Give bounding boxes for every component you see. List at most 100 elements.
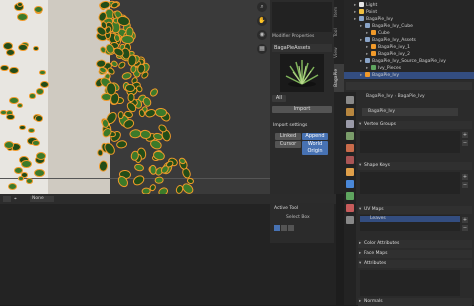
- attributes-section[interactable]: Attributes: [358, 260, 472, 268]
- snap-icon[interactable]: ⌖: [14, 196, 20, 202]
- ivy-leaf: [25, 178, 33, 184]
- select-box-label: Select Box: [286, 215, 310, 220]
- object-type-icon: [359, 2, 364, 7]
- outliner-row[interactable]: ▸Point◉: [344, 9, 474, 16]
- texture-tab-icon[interactable]: [346, 216, 354, 224]
- shape-keys-section[interactable]: Shape Keys: [358, 162, 472, 170]
- ivy-leaf: [35, 115, 44, 122]
- tab-tool[interactable]: Tool: [334, 24, 344, 42]
- object-type-icon: [359, 16, 364, 21]
- shape-keys-list[interactable]: [360, 172, 460, 194]
- outliner-row[interactable]: ▸BagaPie_ivy_2◉: [344, 51, 474, 58]
- mode-set-icon[interactable]: [274, 225, 280, 231]
- ivy-leaf: [154, 107, 167, 118]
- ivy-leaf: [34, 168, 45, 177]
- navigation-gizmo[interactable]: ⌕ ✋ ◉ ▦: [255, 0, 269, 70]
- ivy-leaf: [97, 149, 104, 157]
- ivy-leaf: [17, 12, 28, 21]
- outliner-row-label: BagaPie_Ivy: [372, 73, 399, 78]
- vertex-groups-section[interactable]: Vertex Groups: [358, 121, 472, 129]
- import-settings-title: Import settings: [273, 123, 308, 128]
- ivy-leaf: [16, 102, 23, 108]
- hand-icon[interactable]: ✋: [257, 16, 267, 26]
- mode-subtract-icon[interactable]: [288, 225, 294, 231]
- grid-icon[interactable]: ▦: [257, 44, 267, 54]
- search-icon[interactable]: ⌕: [257, 2, 267, 12]
- outliner-row[interactable]: ▸Cube◉: [344, 30, 474, 37]
- outliner-row-label: BagaPie_ivy_2: [378, 52, 411, 57]
- append-button[interactable]: Append: [302, 133, 328, 140]
- linked-button[interactable]: Linked: [275, 133, 301, 140]
- attributes-list[interactable]: [360, 270, 460, 296]
- object-type-icon: [371, 65, 376, 70]
- uv-maps-section[interactable]: UV Maps: [358, 206, 472, 214]
- outliner-row[interactable]: ▸Light◉: [344, 2, 474, 9]
- ivy-leaves[interactable]: [94, 0, 205, 194]
- tool-tab-icon[interactable]: [346, 96, 354, 104]
- sidebar-panel: Modifier Properties BagaPieAssets All Im…: [270, 0, 334, 194]
- ivy-left-strip: [0, 0, 49, 194]
- mesh-datablock-field[interactable]: BagaPie_Ivy: [362, 108, 458, 116]
- outliner-row[interactable]: ▸BagaPie_Ivy◉: [344, 72, 474, 79]
- outliner-row[interactable]: ▸Ivy_Pieces◉: [344, 65, 474, 72]
- ivy-leaf: [156, 186, 170, 194]
- tab-view[interactable]: View: [334, 44, 344, 62]
- category-select[interactable]: All: [272, 95, 286, 102]
- ivy-leaf: [18, 176, 25, 182]
- breadcrumb-object: BagaPie_Ivy: [366, 94, 393, 99]
- modifier-tab-icon[interactable]: [346, 180, 354, 188]
- world-origin-button[interactable]: World Origin: [302, 141, 328, 155]
- object-tab-icon[interactable]: [346, 168, 354, 176]
- vertex-groups-list[interactable]: [360, 131, 460, 153]
- import-button[interactable]: Import: [272, 106, 332, 113]
- render-tab-icon[interactable]: [346, 108, 354, 116]
- world-tab-icon[interactable]: [346, 156, 354, 164]
- cursor-button[interactable]: Cursor: [275, 141, 301, 148]
- outliner-row[interactable]: ▸BagaPie_Ivy_Source_BagaPie_ivy◉: [344, 58, 474, 65]
- ivy-leaf: [33, 5, 43, 13]
- add-vertex-group-button[interactable]: +: [462, 132, 468, 138]
- object-type-icon: [365, 37, 370, 42]
- output-tab-icon[interactable]: [346, 120, 354, 128]
- mesh-data-tab-icon[interactable]: [346, 192, 354, 200]
- properties-header: [346, 82, 472, 90]
- add-uv-map-button[interactable]: +: [462, 217, 468, 223]
- add-shape-key-button[interactable]: +: [462, 174, 468, 180]
- outliner-row[interactable]: ▸BagaPie_ivy_1◉: [344, 44, 474, 51]
- color-attributes-section[interactable]: Color Attributes: [358, 240, 472, 248]
- remove-uv-map-button[interactable]: −: [462, 225, 468, 231]
- bagapie-assets-header[interactable]: BagaPieAssets: [272, 44, 332, 52]
- remove-vertex-group-button[interactable]: −: [462, 140, 468, 146]
- outliner-row-label: BagaPie_ivy_1: [378, 45, 411, 50]
- outliner-row-label: Point: [366, 10, 378, 15]
- ivy-leaf: [29, 93, 37, 99]
- outliner-row[interactable]: ▸BagaPie_Ivy_Cube◉: [344, 23, 474, 30]
- uv-maps-list[interactable]: Leaves: [360, 215, 460, 231]
- ivy-leaf: [32, 140, 40, 147]
- outliner[interactable]: ▸Light◉▸Point◉▸BagaPie_Ivy◉▸BagaPie_Ivy_…: [344, 0, 474, 80]
- outliner-row-label: BagaPie_Ivy_Source_BagaPie_ivy: [372, 59, 446, 64]
- ivy-leaf: [133, 162, 145, 173]
- object-type-icon: [365, 58, 370, 63]
- uv-map-item[interactable]: Leaves: [360, 216, 460, 222]
- tab-bagapie[interactable]: BagaPie: [334, 64, 344, 92]
- view-layer-tab-icon[interactable]: [346, 132, 354, 140]
- outliner-row-label: BagaPie_Ivy: [366, 17, 393, 22]
- sidebar-tabs: Item Tool View BagaPie: [334, 0, 344, 194]
- remove-shape-key-button[interactable]: −: [462, 182, 468, 188]
- outliner-row[interactable]: ▸BagaPie_Ivy◉: [344, 16, 474, 23]
- editor-type-icon[interactable]: [3, 196, 11, 202]
- snap-mode-select[interactable]: None: [30, 196, 54, 202]
- tab-item[interactable]: Item: [334, 2, 344, 22]
- outliner-row[interactable]: ▸BagaPie_Ivy_Assets◉: [344, 37, 474, 44]
- scene-tab-icon[interactable]: [346, 144, 354, 152]
- mode-extend-icon[interactable]: [281, 225, 287, 231]
- asset-thumbnail[interactable]: [280, 54, 324, 92]
- face-maps-section[interactable]: Face Maps: [358, 250, 472, 258]
- ivy-leaf: [39, 69, 47, 76]
- object-type-icon: [365, 72, 370, 77]
- camera-icon[interactable]: ◉: [257, 30, 267, 40]
- active-tool-panel: Active Tool Select Box: [270, 203, 334, 243]
- material-tab-icon[interactable]: [346, 204, 354, 212]
- ivy-leaf: [148, 86, 160, 99]
